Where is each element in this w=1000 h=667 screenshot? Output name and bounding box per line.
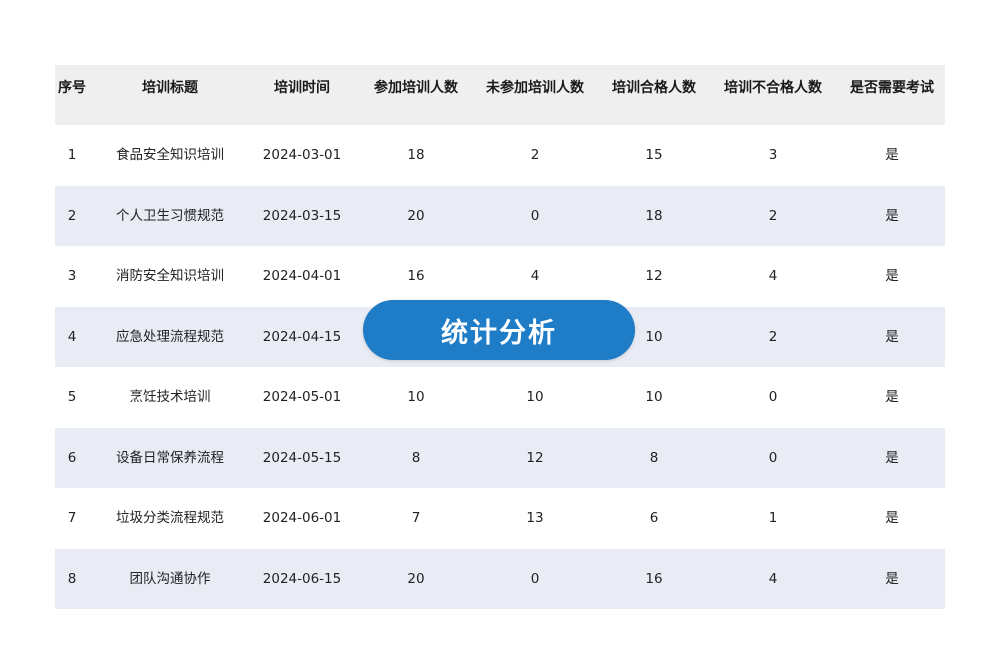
cell-date: 2024-06-01: [262, 510, 342, 526]
cell-absent: 0: [530, 570, 540, 587]
cell-index: 8: [67, 570, 77, 587]
cell-exam-required: 是: [885, 268, 899, 284]
page: 序号 培训标题 培训时间 参加培训人数 未参加培训人数 培训合格人数 培训不合格…: [0, 0, 1000, 667]
cell-title: 设备日常保养流程: [116, 449, 224, 466]
cell-exam-required: 是: [885, 328, 899, 345]
cell-failed: 3: [768, 147, 778, 163]
cell-absent: 4: [530, 268, 540, 284]
cell-date: 2024-05-01: [262, 389, 342, 405]
cell-attended: 8: [411, 449, 421, 466]
header-attended: 参加培训人数: [374, 80, 458, 96]
cell-index: 6: [67, 449, 77, 466]
cell-passed: 15: [645, 147, 663, 163]
cell-absent: 13: [526, 510, 544, 526]
cell-title: 烹饪技术培训: [129, 389, 211, 405]
cell-passed: 18: [645, 207, 663, 224]
statistics-analysis-button[interactable]: 统计分析: [363, 300, 635, 360]
cell-attended: 10: [407, 389, 425, 405]
table-row: 1 食品安全知识培训 2024-03-01 18 2 15 3 是: [55, 125, 945, 186]
cell-title: 食品安全知识培训: [116, 147, 224, 163]
cell-title: 团队沟通协作: [129, 570, 211, 587]
header-index: 序号: [58, 80, 86, 96]
header-date: 培训时间: [274, 80, 330, 96]
cell-date: 2024-03-15: [262, 207, 342, 224]
cell-failed: 4: [768, 570, 778, 587]
cell-title: 消防安全知识培训: [116, 268, 224, 284]
cell-exam-required: 是: [885, 147, 899, 163]
cell-attended: 16: [407, 268, 425, 284]
table-row: 7 垃圾分类流程规范 2024-06-01 7 13 6 1 是: [55, 488, 945, 549]
cell-absent: 0: [530, 207, 540, 224]
cell-title: 个人卫生习惯规范: [116, 207, 224, 224]
cell-date: 2024-04-01: [262, 268, 342, 284]
cell-date: 2024-06-15: [262, 570, 342, 587]
cell-failed: 1: [768, 510, 778, 526]
cell-failed: 2: [768, 207, 778, 224]
cell-attended: 20: [407, 207, 425, 224]
cell-index: 1: [67, 147, 77, 163]
table-row: 2 个人卫生习惯规范 2024-03-15 20 0 18 2 是: [55, 185, 945, 246]
cell-title: 垃圾分类流程规范: [116, 510, 224, 526]
cell-index: 2: [67, 207, 77, 224]
cell-attended: 18: [407, 147, 425, 163]
cell-passed: 12: [645, 268, 663, 284]
header-passed: 培训合格人数: [612, 80, 696, 96]
cell-exam-required: 是: [885, 449, 899, 466]
cell-failed: 2: [768, 328, 778, 345]
cell-date: 2024-03-01: [262, 147, 342, 163]
header-exam-required: 是否需要考试: [850, 80, 934, 96]
cell-exam-required: 是: [885, 570, 899, 587]
cell-absent: 12: [526, 449, 544, 466]
cell-attended: 20: [407, 570, 425, 587]
table-row: 8 团队沟通协作 2024-06-15 20 0 16 4 是: [55, 548, 945, 609]
cell-date: 2024-04-15: [262, 328, 342, 345]
cell-absent: 10: [526, 389, 544, 405]
header-failed: 培训不合格人数: [724, 80, 822, 96]
cell-attended: 7: [411, 510, 421, 526]
table-body: 1 食品安全知识培训 2024-03-01 18 2 15 3 是 2 个人卫生习惯规范 2024-…: [55, 125, 945, 609]
cell-failed: 4: [768, 268, 778, 284]
cell-passed: 8: [649, 449, 659, 466]
table-row: 3 消防安全知识培训 2024-04-01 16 4 12 4 是: [55, 246, 945, 307]
cell-exam-required: 是: [885, 207, 899, 224]
cell-passed: 6: [649, 510, 659, 526]
cell-failed: 0: [768, 389, 778, 405]
cell-date: 2024-05-15: [262, 449, 342, 466]
cell-passed: 16: [645, 570, 663, 587]
table-header: 序号 培训标题 培训时间 参加培训人数 未参加培训人数 培训合格人数 培训不合格…: [55, 65, 945, 125]
header-title: 培训标题: [142, 80, 198, 96]
cell-title: 应急处理流程规范: [116, 328, 224, 345]
header-absent: 未参加培训人数: [486, 80, 584, 96]
cell-index: 3: [67, 268, 77, 284]
table-row: 5 烹饪技术培训 2024-05-01 10 10 10 0 是: [55, 367, 945, 428]
cell-exam-required: 是: [885, 510, 899, 526]
cell-exam-required: 是: [885, 389, 899, 405]
cell-index: 4: [67, 328, 77, 345]
cell-absent: 2: [530, 147, 540, 163]
cell-failed: 0: [768, 449, 778, 466]
cell-index: 7: [67, 510, 77, 526]
cell-index: 5: [67, 389, 77, 405]
table-row: 6 设备日常保养流程 2024-05-15 8 12 8 0 是: [55, 427, 945, 488]
cell-passed: 10: [645, 389, 663, 405]
